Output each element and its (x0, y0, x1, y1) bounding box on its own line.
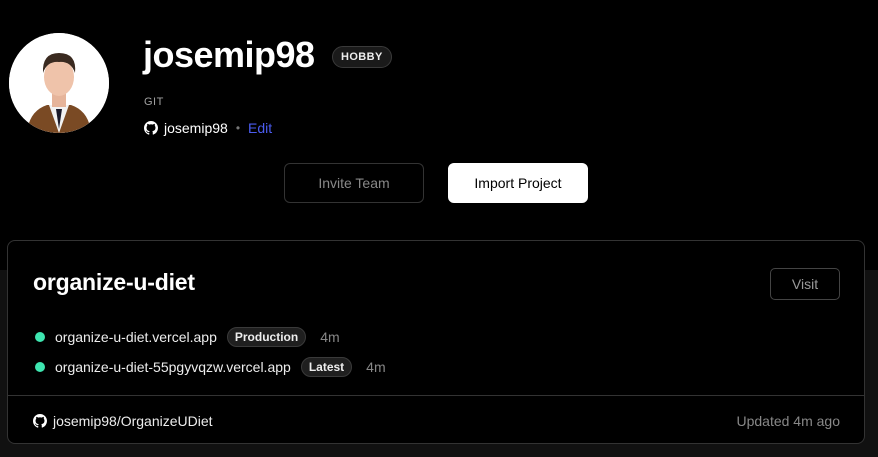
github-icon (33, 414, 47, 428)
avatar[interactable] (9, 33, 109, 133)
git-account-row: josemip98 • Edit (144, 118, 272, 138)
visit-button[interactable]: Visit (770, 268, 840, 300)
deployment-url[interactable]: organize-u-diet.vercel.app (55, 329, 217, 345)
invite-team-button[interactable]: Invite Team (284, 163, 424, 203)
username: josemip98 (143, 34, 315, 75)
project-card[interactable]: organize-u-diet Visit organize-u-diet.ve… (7, 240, 865, 444)
git-username[interactable]: josemip98 (164, 120, 228, 136)
deployment-url[interactable]: organize-u-diet-55pgyvqzw.vercel.app (55, 359, 291, 375)
updated-timestamp: Updated 4m ago (736, 413, 840, 429)
deployment-row: organize-u-diet.vercel.app Production 4m (35, 327, 340, 347)
status-dot-icon (35, 362, 45, 372)
card-divider (8, 395, 864, 396)
repo-name[interactable]: josemip98/OrganizeUDiet (53, 413, 213, 429)
project-name[interactable]: organize-u-diet (33, 269, 195, 296)
edit-link[interactable]: Edit (248, 120, 272, 136)
production-badge: Production (226, 327, 307, 347)
deployment-age: 4m (320, 329, 340, 345)
status-dot-icon (35, 332, 45, 342)
deployment-row: organize-u-diet-55pgyvqzw.vercel.app Lat… (35, 357, 386, 377)
plan-badge: HOBBY (332, 46, 392, 68)
git-label: GIT (144, 96, 164, 108)
import-project-button[interactable]: Import Project (448, 163, 588, 203)
github-icon (144, 121, 158, 135)
deployment-age: 4m (366, 359, 386, 375)
separator-dot: • (235, 121, 241, 135)
latest-badge: Latest (300, 357, 353, 377)
repo-link[interactable]: josemip98/OrganizeUDiet (33, 411, 213, 431)
